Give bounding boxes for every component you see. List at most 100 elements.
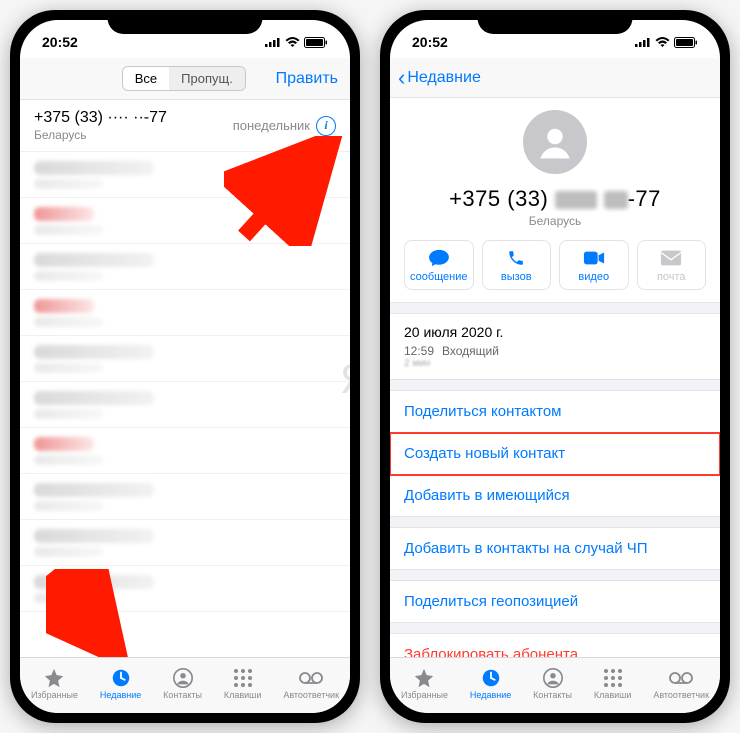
group-emergency: Добавить в контакты на случай ЧП <box>390 527 720 570</box>
call-row-blur[interactable] <box>20 336 350 382</box>
tab-label: Клавиши <box>224 690 262 700</box>
row-add-emergency[interactable]: Добавить в контакты на случай ЧП <box>390 528 720 569</box>
edit-button[interactable]: Править <box>276 70 338 88</box>
mail-icon <box>660 249 682 267</box>
status-time: 20:52 <box>412 34 448 50</box>
call-row-blur[interactable] <box>20 244 350 290</box>
contact-number-block: +375 (33) -77 Беларусь <box>390 180 720 230</box>
call-row-blur[interactable] <box>20 152 350 198</box>
clock-icon <box>109 667 133 689</box>
call-row-top[interactable]: +375 (33) ···· ··-77 Беларусь понедельни… <box>20 100 350 152</box>
wifi-icon <box>655 37 670 48</box>
tab-label: Избранные <box>31 690 78 700</box>
call-row-blur[interactable] <box>20 520 350 566</box>
actions-row: сообщение вызов видео почта <box>390 230 720 303</box>
call-when: понедельник <box>233 118 310 133</box>
notch <box>478 10 633 34</box>
tabbar: Избранные Недавние Контакты Клавиши Авто… <box>390 657 720 713</box>
recent-calls-list[interactable]: +375 (33) ···· ··-77 Беларусь понедельни… <box>20 100 350 657</box>
call-duration: 2 мин <box>404 358 706 369</box>
info-icon[interactable]: i <box>316 116 336 136</box>
back-button[interactable]: ‹ Недавние <box>398 67 481 89</box>
row-share-contact[interactable]: Поделиться контактом <box>390 391 720 433</box>
action-call[interactable]: вызов <box>482 240 552 290</box>
notch <box>108 10 263 34</box>
avatar <box>523 110 587 174</box>
tab-label: Контакты <box>163 690 202 700</box>
action-mail: почта <box>637 240 707 290</box>
battery-icon <box>674 37 698 48</box>
tab-voicemail[interactable]: Автоответчик <box>653 667 709 700</box>
segmented-control[interactable]: Все Пропущ. <box>122 66 246 91</box>
keypad-icon <box>601 667 625 689</box>
tab-keypad[interactable]: Клавиши <box>224 667 262 700</box>
contact-country: Беларусь <box>390 214 720 228</box>
tab-favorites[interactable]: Избранные <box>401 667 448 700</box>
row-share-location[interactable]: Поделиться геопозицией <box>390 581 720 622</box>
call-row-blur[interactable] <box>20 566 350 612</box>
action-message[interactable]: сообщение <box>404 240 474 290</box>
status-indicators <box>635 37 698 48</box>
navbar-recents: Все Пропущ. Править <box>20 58 350 100</box>
tab-keypad[interactable]: Клавиши <box>594 667 632 700</box>
status-time: 20:52 <box>42 34 78 50</box>
tab-label: Контакты <box>533 690 572 700</box>
group-location: Поделиться геопозицией <box>390 580 720 623</box>
screen-right: 20:52 ‹ Недавние +375 (33) -77 <box>390 20 720 713</box>
group-contact-actions: Поделиться контактом Создать новый конта… <box>390 390 720 517</box>
watermark: ЯБЛЫК <box>340 355 350 403</box>
call-row-blur[interactable] <box>20 428 350 474</box>
segment-all[interactable]: Все <box>123 67 169 90</box>
tab-voicemail[interactable]: Автоответчик <box>283 667 339 700</box>
navbar-contact: ‹ Недавние <box>390 58 720 98</box>
status-indicators <box>265 37 328 48</box>
phone-icon <box>505 249 527 267</box>
person-circle-icon <box>541 667 565 689</box>
tab-label: Избранные <box>401 690 448 700</box>
battery-icon <box>304 37 328 48</box>
cellular-icon <box>635 37 651 47</box>
cellular-icon <box>265 37 281 47</box>
person-circle-icon <box>171 667 195 689</box>
video-icon <box>583 249 605 267</box>
contact-detail[interactable]: +375 (33) -77 Беларусь сообщение вызов в… <box>390 98 720 657</box>
phone-right: 20:52 ‹ Недавние +375 (33) -77 <box>380 10 730 723</box>
tab-recents[interactable]: Недавние <box>100 667 141 700</box>
call-row-blur[interactable] <box>20 474 350 520</box>
contact-number: +375 (33) -77 <box>390 186 720 212</box>
phone-left: 20:52 Все Пропущ. Править +375 (33) ····… <box>10 10 360 723</box>
keypad-icon <box>231 667 255 689</box>
call-time: 12:59 <box>404 344 434 358</box>
voicemail-icon <box>669 667 693 689</box>
action-video[interactable]: видео <box>559 240 629 290</box>
message-icon <box>428 249 450 267</box>
star-icon <box>412 667 436 689</box>
clock-icon <box>479 667 503 689</box>
row-block-caller[interactable]: Заблокировать абонента <box>390 634 720 657</box>
chevron-left-icon: ‹ <box>398 67 405 89</box>
tabbar: Избранные Недавние Контакты Клавиши Авто… <box>20 657 350 713</box>
call-date: 20 июля 2020 г. <box>404 324 706 340</box>
tab-contacts[interactable]: Контакты <box>533 667 572 700</box>
call-row-blur[interactable] <box>20 198 350 244</box>
call-direction: Входящий <box>442 344 499 358</box>
tab-label: Автоответчик <box>653 690 709 700</box>
segment-missed[interactable]: Пропущ. <box>169 67 245 90</box>
row-create-new-contact[interactable]: Создать новый контакт <box>390 433 720 475</box>
group-block: Заблокировать абонента <box>390 633 720 657</box>
back-label: Недавние <box>407 69 481 87</box>
star-icon <box>42 667 66 689</box>
voicemail-icon <box>299 667 323 689</box>
tab-label: Автоответчик <box>283 690 339 700</box>
screen-left: 20:52 Все Пропущ. Править +375 (33) ····… <box>20 20 350 713</box>
tab-recents[interactable]: Недавние <box>470 667 511 700</box>
tab-label: Недавние <box>100 690 141 700</box>
row-add-existing[interactable]: Добавить в имеющийся <box>390 475 720 516</box>
tab-label: Недавние <box>470 690 511 700</box>
tab-label: Клавиши <box>594 690 632 700</box>
call-row-blur[interactable] <box>20 290 350 336</box>
call-country: Беларусь <box>34 128 167 143</box>
tab-contacts[interactable]: Контакты <box>163 667 202 700</box>
call-row-blur[interactable] <box>20 382 350 428</box>
tab-favorites[interactable]: Избранные <box>31 667 78 700</box>
